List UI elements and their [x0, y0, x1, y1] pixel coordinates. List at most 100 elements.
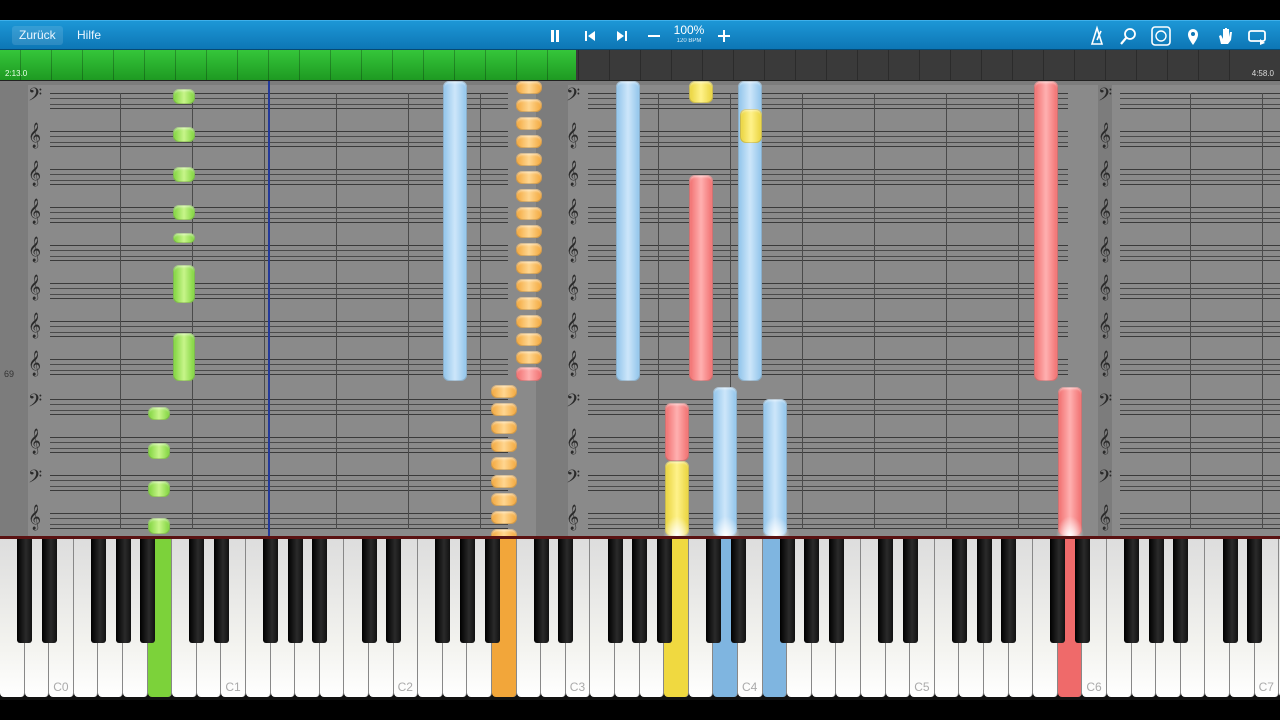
black-key[interactable]	[1001, 539, 1017, 643]
black-key[interactable]	[90, 539, 106, 643]
falling-note	[1034, 81, 1058, 381]
falling-note	[173, 89, 195, 104]
black-key[interactable]	[976, 539, 992, 643]
black-key[interactable]	[1173, 539, 1189, 643]
timeline-tick	[268, 50, 269, 80]
treble-clef-icon: 𝄞	[566, 199, 580, 224]
zoom-value: 100%	[673, 23, 705, 37]
next-button[interactable]	[611, 25, 633, 47]
black-key[interactable]	[951, 539, 967, 643]
black-key[interactable]	[484, 539, 500, 643]
staff-line	[50, 321, 508, 337]
zoom-in-button[interactable]	[713, 25, 735, 47]
timeline-tick	[1229, 50, 1230, 80]
metronome-button[interactable]	[1086, 25, 1108, 47]
black-key[interactable]	[705, 539, 721, 643]
falling-note	[516, 315, 542, 328]
treble-clef-icon: 𝄞	[1098, 313, 1112, 338]
timeline-tick	[1167, 50, 1168, 80]
treble-clef-icon: 𝄞	[28, 505, 42, 530]
timeline-tick	[795, 50, 796, 80]
black-key[interactable]	[1074, 539, 1090, 643]
bar-line	[802, 93, 803, 529]
staff-line	[588, 437, 1068, 453]
hand-button[interactable]	[1214, 25, 1236, 47]
black-key[interactable]	[730, 539, 746, 643]
black-key[interactable]	[558, 539, 574, 643]
search-button[interactable]	[1118, 25, 1140, 47]
staff-line	[588, 207, 1068, 223]
back-button[interactable]: Zurück	[12, 26, 63, 45]
falling-note	[516, 99, 542, 112]
black-key[interactable]	[189, 539, 205, 643]
black-key[interactable]	[804, 539, 820, 643]
bar-line	[408, 93, 409, 529]
minus-icon	[648, 35, 660, 37]
score-page	[1112, 85, 1280, 536]
playback-cursor	[268, 81, 270, 536]
help-button[interactable]: Hilfe	[70, 26, 108, 45]
treble-clef-icon: 𝄞	[566, 429, 580, 454]
bar-line	[480, 93, 481, 529]
black-key[interactable]	[533, 539, 549, 643]
bar-line	[1018, 93, 1019, 529]
zoom-out-button[interactable]	[643, 25, 665, 47]
black-key[interactable]	[1247, 539, 1263, 643]
staff-line	[588, 513, 1068, 529]
black-key[interactable]	[287, 539, 303, 643]
black-key[interactable]	[459, 539, 475, 643]
loop-icon	[1151, 26, 1171, 46]
black-key[interactable]	[1148, 539, 1164, 643]
falling-note	[491, 529, 517, 536]
timeline-tick	[423, 50, 424, 80]
falling-note	[713, 387, 737, 536]
falling-note	[491, 385, 517, 398]
falling-note	[148, 518, 170, 534]
pause-button[interactable]	[544, 25, 566, 47]
previous-button[interactable]	[579, 25, 601, 47]
black-key[interactable]	[1222, 539, 1238, 643]
timeline-tick	[1012, 50, 1013, 80]
black-key[interactable]	[779, 539, 795, 643]
timeline-tick	[299, 50, 300, 80]
staff-line	[588, 359, 1068, 375]
black-key[interactable]	[632, 539, 648, 643]
loop-button[interactable]	[1150, 25, 1172, 47]
black-key[interactable]	[213, 539, 229, 643]
black-key[interactable]	[41, 539, 57, 643]
black-key[interactable]	[1050, 539, 1066, 643]
black-key[interactable]	[263, 539, 279, 643]
marker-button[interactable]	[1182, 25, 1204, 47]
song-timeline[interactable]: 2:13.0 4:58.0	[0, 50, 1280, 81]
timeline-tick	[702, 50, 703, 80]
black-key[interactable]	[656, 539, 672, 643]
black-key[interactable]	[115, 539, 131, 643]
black-key[interactable]	[386, 539, 402, 643]
sheet-music-area[interactable]: 𝄢 𝄞 𝄞 𝄞 𝄞 𝄞 𝄞 𝄞 𝄢 𝄞 𝄢 𝄞 𝄢 𝄞 𝄞 𝄞 𝄞 𝄞 𝄞 𝄞 𝄢 𝄞 𝄢 𝄞 𝄢 𝄞 𝄞 𝄞 𝄞 𝄞 𝄞 𝄞 𝄢 𝄞 𝄢 𝄞 69	[0, 81, 1280, 536]
timeline-tick	[826, 50, 827, 80]
repeat-button[interactable]	[1246, 25, 1268, 47]
octave-label: C0	[53, 680, 69, 694]
black-key[interactable]	[902, 539, 918, 643]
skip-forward-icon	[617, 31, 627, 41]
falling-note	[491, 511, 517, 524]
staff-line	[50, 131, 508, 147]
timeline-tick	[113, 50, 114, 80]
falling-note	[173, 205, 195, 220]
black-key[interactable]	[312, 539, 328, 643]
black-key[interactable]	[828, 539, 844, 643]
timeline-tick	[175, 50, 176, 80]
treble-clef-icon: 𝄞	[1098, 351, 1112, 376]
black-key[interactable]	[1124, 539, 1140, 643]
black-key[interactable]	[17, 539, 33, 643]
black-key[interactable]	[435, 539, 451, 643]
black-key[interactable]	[140, 539, 156, 643]
falling-note	[689, 175, 713, 381]
piano-keyboard[interactable]: C0 C1 C2 C3 C4 C5 C6 C7	[0, 536, 1280, 700]
black-key[interactable]	[607, 539, 623, 643]
falling-note	[491, 439, 517, 452]
black-key[interactable]	[878, 539, 894, 643]
black-key[interactable]	[361, 539, 377, 643]
bass-clef-icon: 𝄢	[1098, 391, 1113, 416]
octave-label: C5	[914, 680, 930, 694]
